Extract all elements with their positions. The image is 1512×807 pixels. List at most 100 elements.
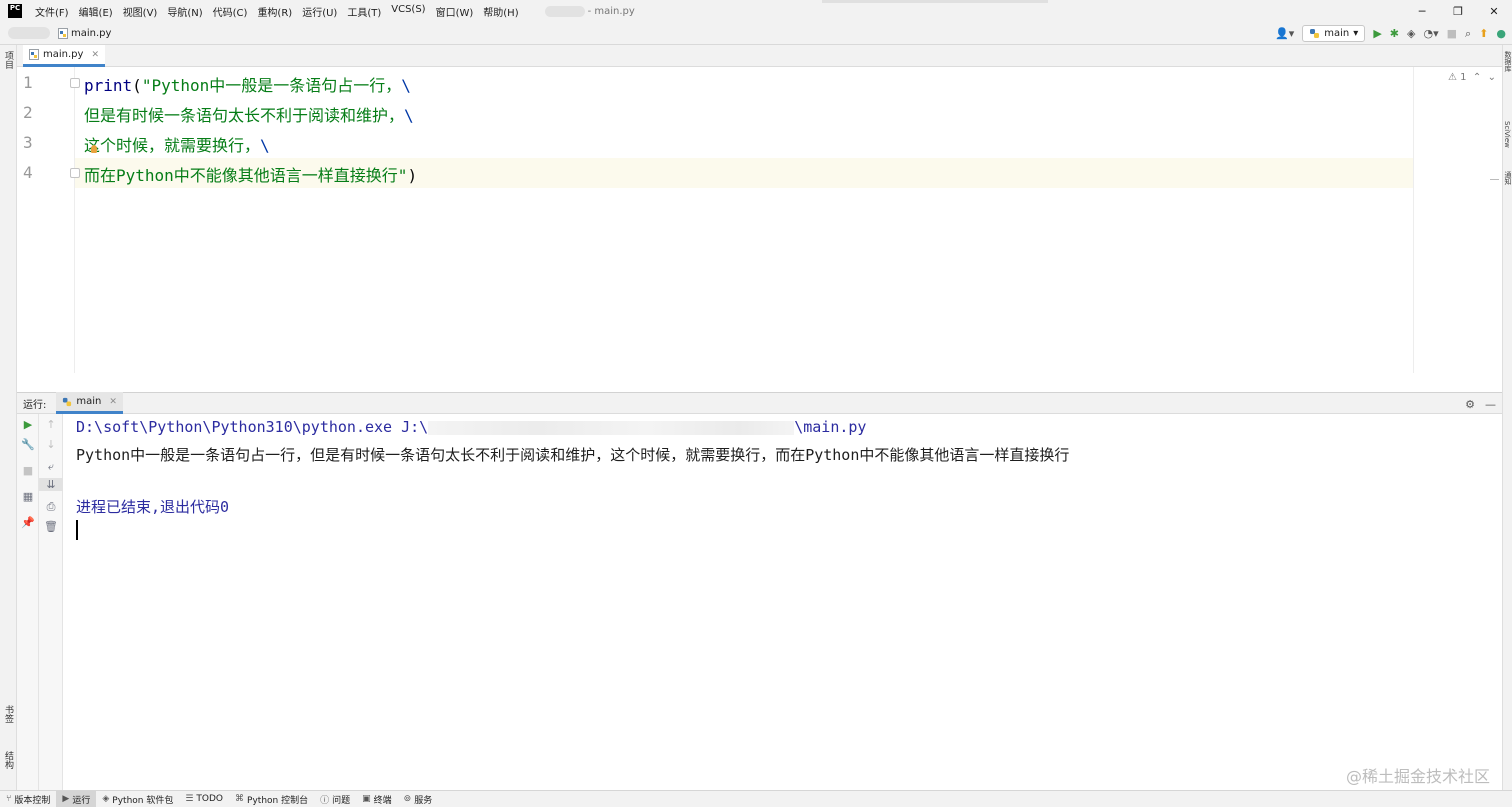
python-icon <box>1310 29 1320 38</box>
menu-code[interactable]: 代码(C) <box>213 4 248 19</box>
profile-icon[interactable]: ◔▾ <box>1423 27 1438 40</box>
code-line: 这个时候，就需要换行，\ <box>84 132 270 156</box>
vcs-icon: ⑂ <box>6 794 12 804</box>
code-string: 而在Python中不能像其他语言一样直接换行" <box>84 166 408 185</box>
bookmarks-tool-tab[interactable]: 书签 <box>2 705 15 723</box>
python-packages-tool-button[interactable]: ◈ Python 软件包 <box>96 791 179 807</box>
tool-window-bar: ⑂ 版本控制 ▶ 运行 ◈ Python 软件包 ☰ TODO ⌘ Python 控制台 … <box>0 790 1512 807</box>
notifications-tool-tab[interactable]: 通知 <box>1503 171 1512 185</box>
breadcrumb[interactable]: main.py <box>58 27 111 39</box>
rerun-icon[interactable]: ▶ <box>17 418 39 431</box>
run-tab-label: main <box>76 396 102 407</box>
run-config-selector[interactable]: main ▾ <box>1302 25 1366 42</box>
fold-marker-icon[interactable] <box>70 78 80 88</box>
arrow-up-icon[interactable]: ↑ <box>39 418 63 431</box>
menu-run[interactable]: 运行(U) <box>302 4 337 19</box>
python-file-icon <box>29 49 39 60</box>
editor-tab-main-py[interactable]: main.py ✕ <box>23 45 105 67</box>
stop-icon[interactable]: ■ <box>17 464 39 477</box>
fold-marker-icon[interactable] <box>70 168 80 178</box>
search-icon[interactable]: ⌕ <box>1465 27 1471 41</box>
code-editor[interactable]: 1 2 3 4 print("Python中一般是一条语句占一行，\ 但是有时候… <box>17 67 1502 373</box>
line-number: 3 <box>23 133 33 152</box>
project-tool-tab[interactable]: 项目 <box>2 51 15 69</box>
packages-label: Python 软件包 <box>112 795 174 806</box>
problems-tool-button[interactable]: ⓘ 问题 <box>314 791 356 807</box>
minimize-button[interactable]: ─ <box>1404 0 1440 22</box>
editor-gutter: 1 2 3 4 <box>17 67 80 373</box>
menu-navigate[interactable]: 导航(N) <box>167 4 202 19</box>
close-icon[interactable]: ✕ <box>91 50 99 60</box>
menu-help[interactable]: 帮助(H) <box>483 4 518 19</box>
inspection-widget[interactable]: ⚠ 1 ⌃ ⌄ <box>1448 72 1496 83</box>
gear-icon[interactable]: ⚙ <box>1465 398 1475 411</box>
update-icon[interactable]: ⬆ <box>1479 27 1488 40</box>
menu-refactor[interactable]: 重构(R) <box>257 4 292 19</box>
layout-icon[interactable]: ▦ <box>17 490 39 503</box>
plugin-icon[interactable]: ● <box>1496 27 1506 40</box>
console-command-line: D:\soft\Python\Python310\python.exe J:\ \… <box>76 418 866 436</box>
navigation-bar: main.py 👤▾ main ▾ ▶ ✱ ◈ ◔▾ ■ ⌕ ⬆ ● <box>0 22 1512 45</box>
database-tool-tab[interactable]: 数据库 <box>1503 51 1512 72</box>
pin-icon[interactable]: 📌 <box>17 516 39 529</box>
terminal-icon: ▣ <box>362 794 371 804</box>
console-cursor <box>76 520 78 540</box>
breadcrumb-file[interactable]: main.py <box>71 28 111 39</box>
wrench-icon[interactable]: 🔧 <box>17 438 39 451</box>
hide-panel-icon[interactable]: — <box>1485 398 1496 411</box>
scroll-to-end-icon[interactable]: ⇊ <box>39 478 63 491</box>
soft-wrap-icon[interactable]: ⤶ <box>39 460 63 474</box>
chevron-down-icon[interactable]: ⌄ <box>1484 72 1496 83</box>
code-line: 但是有时候一条语句太长不利于阅读和维护，\ <box>84 102 414 126</box>
stop-icon[interactable]: ■ <box>1447 27 1457 40</box>
line-number: 2 <box>23 103 33 122</box>
inspection-count: 1 <box>1460 72 1467 83</box>
restore-button[interactable]: ❐ <box>1440 0 1476 22</box>
debug-icon[interactable]: ✱ <box>1390 27 1399 40</box>
python-console-tool-button[interactable]: ⌘ Python 控制台 <box>229 791 314 807</box>
sciview-tool-tab[interactable]: SciView <box>1503 121 1511 148</box>
code-string: "Python中一般是一条语句占一行， <box>141 76 402 95</box>
coverage-icon[interactable]: ◈ <box>1407 27 1415 40</box>
line-number: 1 <box>23 73 33 92</box>
run-toolbar-primary: ▶ 🔧 ■ ▦ 📌 <box>17 414 39 790</box>
chevron-up-icon[interactable]: ⌃ <box>1470 72 1481 83</box>
console-exit-message: 进程已结束,退出代码0 <box>76 498 230 516</box>
project-crumb-redacted[interactable] <box>8 27 50 39</box>
top-strip <box>822 0 1048 3</box>
code-paren: ) <box>407 166 418 185</box>
menu-file[interactable]: 文件(F) <box>35 4 69 19</box>
editor-tab-bar: main.py ✕ <box>17 45 1502 67</box>
todo-tool-button[interactable]: ☰ TODO <box>179 791 229 807</box>
trash-icon[interactable]: 🗑 <box>39 520 63 533</box>
run-console[interactable]: D:\soft\Python\Python310\python.exe J:\ \… <box>63 414 1502 790</box>
menu-window[interactable]: 窗口(W) <box>436 4 474 19</box>
run-tool-button[interactable]: ▶ 运行 <box>56 790 97 807</box>
todo-icon: ☰ <box>185 794 194 804</box>
terminal-tool-button[interactable]: ▣ 终端 <box>356 791 398 807</box>
user-icon[interactable]: 👤▾ <box>1275 27 1294 40</box>
services-label: 服务 <box>414 795 433 806</box>
close-icon[interactable]: ✕ <box>109 397 117 407</box>
warning-icon: ⚠ <box>1448 72 1457 83</box>
run-tab-main[interactable]: main ✕ <box>56 392 123 414</box>
navbar-actions: 👤▾ main ▾ ▶ ✱ ◈ ◔▾ ■ ⌕ ⬆ ● <box>1275 22 1506 45</box>
chevron-down-icon: ▾ <box>1353 28 1359 39</box>
services-tool-button[interactable]: ⊚ 服务 <box>398 791 439 807</box>
run-icon[interactable]: ▶ <box>1373 27 1381 40</box>
run-toolbar-secondary: ↑ ↓ ⤶ ⇊ ⎙ 🗑 <box>39 414 63 790</box>
run-icon: ▶ <box>62 794 70 804</box>
menu-vcs[interactable]: VCS(S) <box>391 4 425 19</box>
menu-edit[interactable]: 编辑(E) <box>79 4 113 19</box>
vcs-tool-button[interactable]: ⑂ 版本控制 <box>0 791 56 807</box>
console-command-prefix: D:\soft\Python\Python310\python.exe J:\ <box>76 418 429 436</box>
problems-label: 问题 <box>332 795 351 806</box>
print-icon[interactable]: ⎙ <box>39 500 63 514</box>
structure-tool-tab[interactable]: 结构 <box>2 751 15 769</box>
menu-tools[interactable]: 工具(T) <box>347 4 381 19</box>
arrow-down-icon[interactable]: ↓ <box>39 438 63 451</box>
intention-bulb-icon[interactable] <box>91 145 97 153</box>
close-button[interactable]: ✕ <box>1476 0 1512 22</box>
menu-view[interactable]: 视图(V) <box>123 4 158 19</box>
editor-scroll-gutter[interactable] <box>1413 67 1502 373</box>
